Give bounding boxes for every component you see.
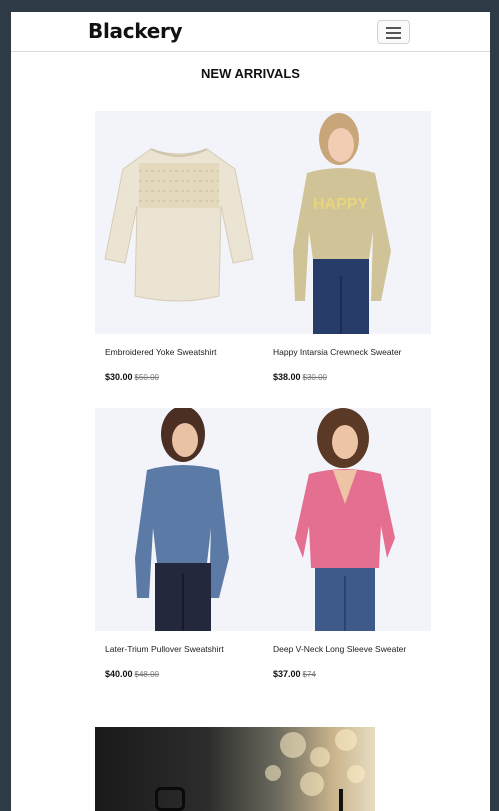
hamburger-icon (386, 32, 401, 34)
old-price: $30.00 (302, 373, 327, 382)
old-price: $50.00 (134, 373, 159, 382)
product-name[interactable]: Later-Trium Pullover Sweatshirt (105, 644, 224, 654)
cream-sweatshirt-image (104, 148, 254, 302)
bag-strap-shape (339, 789, 343, 811)
pink-sweater-model-image (295, 408, 395, 631)
current-price: $40.00 (105, 669, 133, 679)
bag-handle-shape (155, 787, 185, 811)
bokeh-light (280, 732, 306, 758)
blue-pullover-model-image (135, 408, 229, 631)
product-price: $37.00 $74 (273, 669, 316, 679)
hamburger-icon (386, 37, 401, 39)
product-name[interactable]: Embroidered Yoke Sweatshirt (105, 347, 217, 357)
brand-logo[interactable]: Blackery (88, 19, 183, 43)
bokeh-light (347, 765, 365, 783)
current-price: $38.00 (273, 372, 301, 382)
old-price: $48.00 (134, 670, 159, 679)
promo-banner-image[interactable] (95, 727, 375, 811)
page-frame: Blackery NEW ARRIVALS Embroidered Yoke S… (11, 12, 490, 811)
happy-sweater-model-image: HAPPY (293, 113, 391, 334)
product-name[interactable]: Deep V-Neck Long Sleeve Sweater (273, 644, 406, 654)
hamburger-icon (386, 27, 401, 29)
svg-text:HAPPY: HAPPY (313, 196, 368, 213)
product-price: $38.00 $30.00 (273, 372, 327, 382)
product-price: $30.00 $50.00 (105, 372, 159, 382)
product-image[interactable] (263, 408, 431, 631)
navbar: Blackery (11, 12, 490, 52)
product-image[interactable]: HAPPY (263, 111, 431, 334)
current-price: $37.00 (273, 669, 301, 679)
current-price: $30.00 (105, 372, 133, 382)
bokeh-light (335, 729, 357, 751)
bokeh-light (310, 747, 330, 767)
product-image[interactable] (95, 111, 263, 334)
bokeh-light (300, 772, 324, 796)
product-price: $40.00 $48.00 (105, 669, 159, 679)
section-title: NEW ARRIVALS (201, 66, 300, 81)
old-price: $74 (302, 670, 316, 679)
bokeh-light (265, 765, 281, 781)
product-name[interactable]: Happy Intarsia Crewneck Sweater (273, 347, 402, 357)
menu-toggle-button[interactable] (377, 20, 410, 44)
product-image[interactable] (95, 408, 263, 631)
